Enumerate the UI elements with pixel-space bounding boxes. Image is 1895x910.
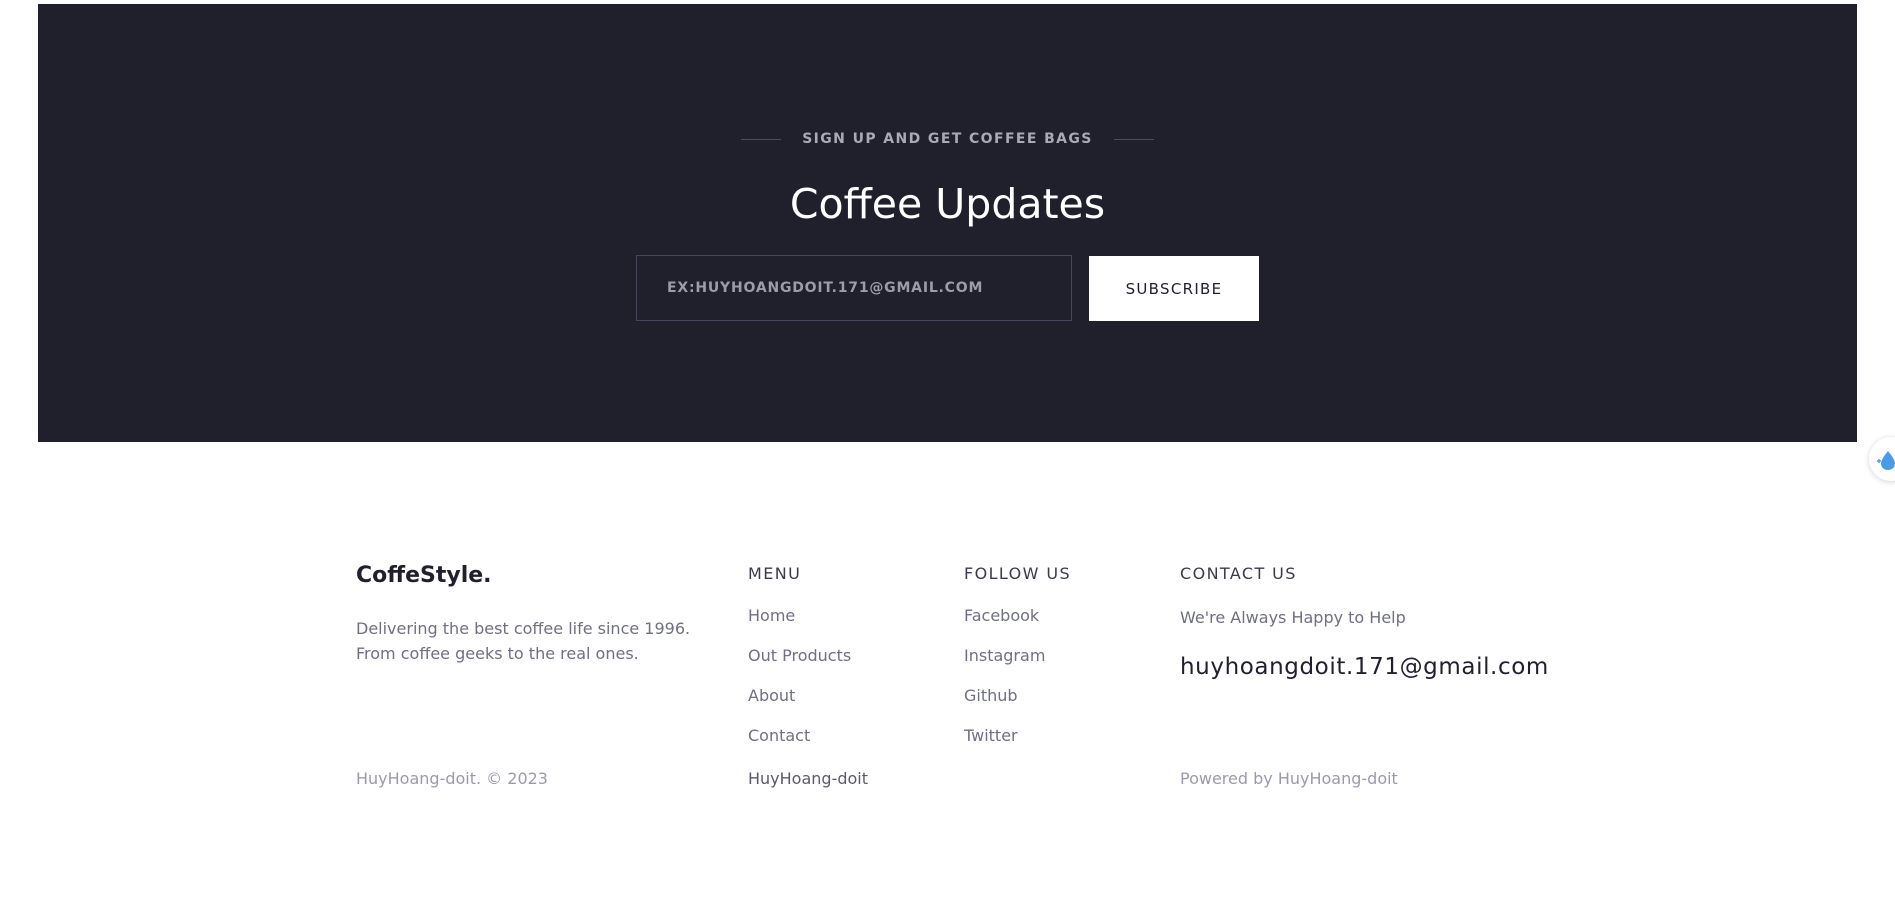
footer-copyright: HuyHoang-doit. © 2023 xyxy=(356,769,548,788)
eyebrow-text: SIGN UP AND GET COFFEE BAGS xyxy=(802,131,1093,147)
newsletter-section: SIGN UP AND GET COFFEE BAGS Coffee Updat… xyxy=(38,4,1857,442)
eyebrow-line-right xyxy=(1113,138,1154,140)
eyebrow-line-left xyxy=(741,138,782,140)
follow-link-twitter[interactable]: Twitter xyxy=(964,726,1045,766)
contact-text: We're Always Happy to Help xyxy=(1180,608,1406,627)
follow-link-facebook[interactable]: Facebook xyxy=(964,606,1045,646)
powered-by: Powered by HuyHoang-doit xyxy=(1180,769,1398,788)
menu-link-home[interactable]: Home xyxy=(748,606,851,646)
site-footer: CoffeStyle. Delivering the best coffee l… xyxy=(0,442,1895,910)
follow-list: Facebook Instagram Github Twitter xyxy=(964,606,1045,766)
menu-link-contact[interactable]: Contact xyxy=(748,726,851,766)
menu-link-products[interactable]: Out Products xyxy=(748,646,851,686)
email-input[interactable] xyxy=(636,255,1072,321)
menu-heading: MENU xyxy=(748,564,802,583)
follow-link-github[interactable]: Github xyxy=(964,686,1045,726)
footer-brand: CoffeStyle. xyxy=(356,563,492,588)
menu-link-about[interactable]: About xyxy=(748,686,851,726)
eyebrow-row: SIGN UP AND GET COFFEE BAGS xyxy=(38,127,1857,151)
page: SIGN UP AND GET COFFEE BAGS Coffee Updat… xyxy=(0,0,1895,910)
subscribe-button[interactable]: SUBSCRIBE xyxy=(1089,256,1259,321)
follow-link-instagram[interactable]: Instagram xyxy=(964,646,1045,686)
contact-email-link[interactable]: huyhoangdoit.171@gmail.com xyxy=(1180,654,1549,680)
author-link[interactable]: HuyHoang-doit xyxy=(748,769,868,788)
newsletter-headline: Coffee Updates xyxy=(789,180,1106,228)
menu-list: Home Out Products About Contact xyxy=(748,606,851,766)
follow-heading: FOLLOW US xyxy=(964,564,1072,583)
footer-tagline: Delivering the best coffee life since 19… xyxy=(356,619,691,663)
contact-heading: CONTACT US xyxy=(1180,564,1297,583)
